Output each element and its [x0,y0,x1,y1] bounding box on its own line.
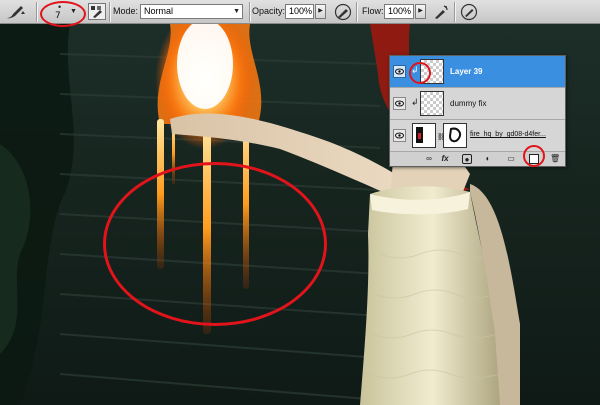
flow-value: 100% [388,6,412,16]
mode-label: Mode: [113,6,139,16]
clipping-arrow-icon: ↲ [411,97,419,107]
clipping-arrow-icon: ↲ [411,65,419,75]
chevron-down-icon: ▼ [233,8,240,15]
opacity-value: 100% [289,6,313,16]
separator [109,2,111,22]
chevron-down-icon[interactable]: ▼ [70,8,77,15]
layers-panel: ↲ Layer 39 ↲ dummy fix ⛓ fire_hq_by_gd08… [389,55,566,167]
layer-row-layer-39[interactable]: ↲ Layer 39 [390,56,565,88]
pressure-opacity-icon[interactable] [334,3,352,21]
visibility-eye-icon[interactable] [393,65,406,78]
layer-name[interactable]: Layer 39 [450,67,482,76]
visibility-eye-icon[interactable] [393,129,406,142]
layer-row-fire[interactable]: ⛓ fire_hq_by_gd08-d4fer... [390,120,565,152]
separator [36,2,38,22]
adjustment-icon[interactable]: ◐ [483,154,493,164]
toggle-brush-panel-button[interactable] [88,3,106,20]
layers-panel-footer: ∞ fx ● ◐ ▭ 🗑 [390,152,565,166]
layer-name[interactable]: fire_hq_by_gd08-d4fer... [470,131,546,138]
layer-thumbnail[interactable] [412,123,436,148]
new-layer-icon[interactable] [529,154,539,164]
airbrush-icon[interactable] [432,3,450,21]
brush-panel-icon [91,6,102,18]
separator [356,2,358,22]
layer-name[interactable]: dummy fix [450,99,486,108]
opacity-label: Opacity: [252,6,286,16]
pressure-size-icon[interactable] [460,3,478,21]
link-icon[interactable]: ∞ [424,154,434,164]
brush-tool-icon[interactable] [4,3,26,21]
group-folder-icon[interactable]: ▭ [506,154,516,164]
layer-thumbnail[interactable] [420,59,444,84]
layer-row-dummy-fix[interactable]: ↲ dummy fix [390,88,565,120]
brush-size-value: 7 [55,11,61,21]
opacity-input[interactable]: 100% [285,4,314,19]
trash-icon[interactable]: 🗑 [550,154,560,164]
visibility-eye-icon[interactable] [393,97,406,110]
mode-value: Normal [144,6,174,16]
flow-slider-button[interactable]: ▶ [415,4,426,19]
flow-input[interactable]: 100% [384,4,414,19]
layer-mask-thumbnail[interactable] [443,123,467,148]
fx-icon[interactable]: fx [440,154,450,164]
options-bar: • 7 ▼ Mode: Normal ▼ Opacity: 100% ▶ Flo… [0,0,600,24]
layer-thumbnail[interactable] [420,91,444,116]
mode-select[interactable]: Normal ▼ [140,4,243,19]
opacity-slider-button[interactable]: ▶ [315,4,326,19]
mask-icon[interactable]: ● [462,154,472,164]
separator [249,2,251,22]
separator [454,2,456,22]
flow-label: Flow: [362,6,384,16]
